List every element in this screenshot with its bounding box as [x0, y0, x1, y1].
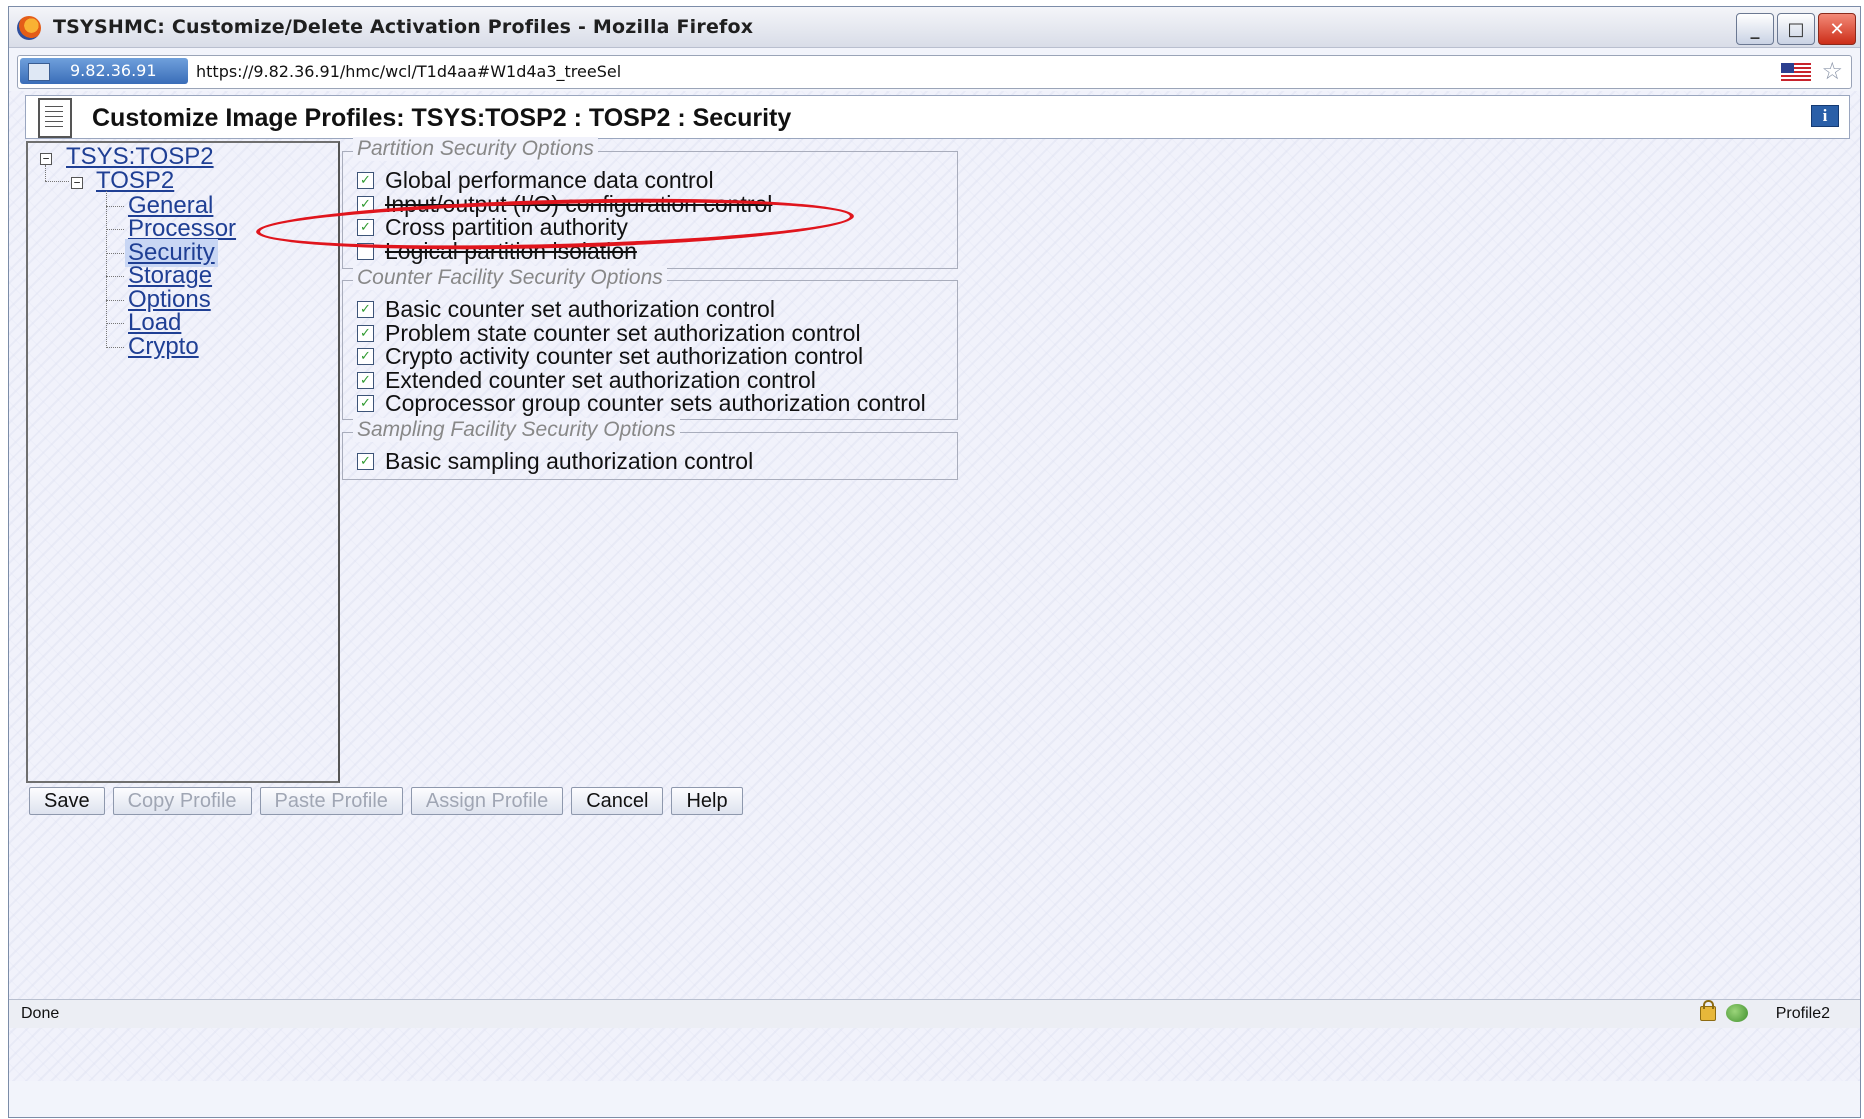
collapse-icon[interactable]: −	[40, 153, 52, 165]
collapse-icon[interactable]: −	[71, 177, 83, 189]
tree-connector	[106, 206, 124, 207]
maximize-button[interactable]: □	[1777, 13, 1815, 45]
tree-connector	[45, 181, 69, 182]
tree-connector	[106, 323, 124, 324]
option-label: Logical partition isolation	[385, 237, 637, 264]
option-label: Global performance data control	[385, 166, 714, 193]
sampling-facility-group: Sampling Facility Security Options ✓ Bas…	[342, 418, 958, 480]
profile-tree: − TSYS:TOSP2 − TOSP2 General Processor S…	[26, 141, 340, 783]
assign-profile-button[interactable]: Assign Profile	[410, 787, 564, 815]
cancel-button[interactable]: Cancel	[571, 787, 664, 815]
lock-icon[interactable]	[1700, 1000, 1716, 1021]
page-content: Customize Image Profiles: TSYS:TOSP2 : T…	[9, 91, 1860, 1081]
tree-connector	[106, 253, 124, 254]
tree-connector	[106, 347, 124, 348]
site-ip: 9.82.36.91	[70, 61, 157, 80]
option-extended-counter-set[interactable]: ✓ Extended counter set authorization con…	[357, 367, 816, 393]
tree-connector	[45, 165, 46, 181]
group-title: Partition Security Options	[353, 137, 598, 161]
status-bar: Done Profile2	[9, 999, 1860, 1028]
group-title: Sampling Facility Security Options	[353, 418, 680, 442]
tree-connector	[106, 191, 107, 348]
group-title: Counter Facility Security Options	[353, 266, 667, 290]
tree-connector	[106, 300, 124, 301]
profile-icon[interactable]	[1726, 1004, 1748, 1022]
option-io-configuration[interactable]: ✓ Input/output (I/O) configuration contr…	[357, 191, 772, 217]
status-profile[interactable]: Profile2	[1776, 1005, 1830, 1023]
window-controls: _ □ ✕	[1736, 13, 1856, 45]
document-icon	[38, 98, 72, 138]
option-label: Crypto activity counter set authorizatio…	[385, 342, 864, 369]
page-header: Customize Image Profiles: TSYS:TOSP2 : T…	[25, 95, 1850, 139]
checkbox[interactable]: ✓	[357, 324, 374, 342]
bookmark-star-icon[interactable]: ☆	[1821, 57, 1843, 85]
title-bar[interactable]: TSYSHMC: Customize/Delete Activation Pro…	[9, 7, 1860, 48]
checkbox[interactable]: ✓	[357, 195, 374, 213]
checkbox[interactable]	[357, 242, 374, 260]
counter-facility-group: Counter Facility Security Options ✓ Basi…	[342, 266, 958, 420]
option-basic-sampling[interactable]: ✓ Basic sampling authorization control	[357, 447, 754, 474]
tree-node-profile[interactable]: TOSP2	[96, 167, 174, 195]
window-title: TSYSHMC: Customize/Delete Activation Pro…	[53, 16, 754, 38]
checkbox[interactable]: ✓	[357, 452, 374, 470]
option-cross-partition-authority[interactable]: ✓ Cross partition authority	[357, 213, 628, 240]
button-row: Save Copy Profile Paste Profile Assign P…	[29, 787, 743, 815]
info-icon[interactable]: i	[1811, 105, 1839, 127]
paste-profile-button[interactable]: Paste Profile	[259, 787, 403, 815]
checkbox[interactable]: ✓	[357, 394, 374, 412]
option-label: Coprocessor group counter sets authoriza…	[385, 389, 926, 416]
tree-connector	[106, 276, 124, 277]
option-crypto-activity-counter-set[interactable]: ✓ Crypto activity counter set authorizat…	[357, 342, 864, 369]
checkbox[interactable]: ✓	[357, 347, 374, 365]
checkbox[interactable]: ✓	[357, 171, 374, 189]
option-logical-partition-isolation[interactable]: Logical partition isolation	[357, 237, 637, 264]
minimize-button[interactable]: _	[1736, 13, 1774, 45]
option-basic-counter-set[interactable]: ✓ Basic counter set authorization contro…	[357, 295, 775, 322]
us-flag-icon[interactable]	[1781, 63, 1811, 81]
site-identity-button[interactable]: 9.82.36.91	[20, 58, 188, 84]
checkbox[interactable]: ✓	[357, 300, 374, 318]
checkbox[interactable]: ✓	[357, 371, 374, 389]
copy-profile-button[interactable]: Copy Profile	[112, 787, 252, 815]
address-bar[interactable]: 9.82.36.91 https://9.82.36.91/hmc/wcl/T1…	[17, 55, 1852, 89]
option-label: Cross partition authority	[385, 213, 628, 240]
network-icon	[28, 63, 50, 81]
tree-connector	[106, 229, 124, 230]
save-button[interactable]: Save	[29, 787, 105, 815]
option-coprocessor-group-counter-sets[interactable]: ✓ Coprocessor group counter sets authori…	[357, 389, 926, 416]
checkbox[interactable]: ✓	[357, 218, 374, 236]
page-title: Customize Image Profiles: TSYS:TOSP2 : T…	[92, 104, 792, 132]
browser-window: TSYSHMC: Customize/Delete Activation Pro…	[8, 6, 1861, 1118]
option-problem-state-counter-set[interactable]: ✓ Problem state counter set authorizatio…	[357, 320, 861, 346]
firefox-icon	[17, 16, 41, 40]
option-label: Basic counter set authorization control	[385, 295, 775, 322]
close-button[interactable]: ✕	[1818, 13, 1856, 45]
help-button[interactable]: Help	[671, 787, 743, 815]
tree-item-crypto[interactable]: Crypto	[128, 333, 199, 361]
url-text[interactable]: https://9.82.36.91/hmc/wcl/T1d4aa#W1d4a3…	[196, 62, 621, 81]
status-text: Done	[21, 1005, 60, 1022]
partition-security-group: Partition Security Options ✓ Global perf…	[342, 137, 958, 269]
option-global-performance[interactable]: ✓ Global performance data control	[357, 166, 714, 193]
option-label: Basic sampling authorization control	[385, 447, 754, 474]
